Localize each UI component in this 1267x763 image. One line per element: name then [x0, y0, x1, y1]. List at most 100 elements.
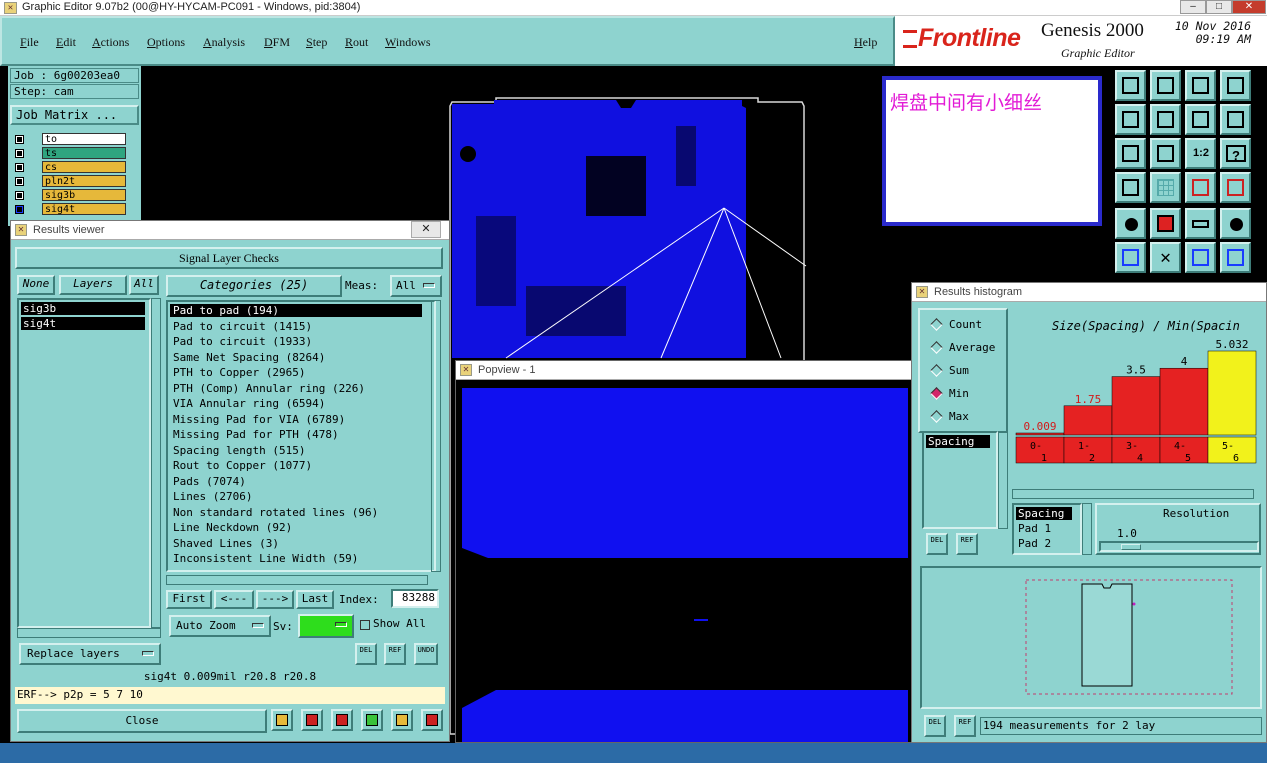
replace-layers-select[interactable]: Replace layers — [19, 643, 161, 665]
tool-icon[interactable] — [361, 709, 383, 731]
list-item[interactable]: Pad 1 — [1016, 522, 1051, 535]
category-item[interactable]: Same Net Spacing (8264) — [173, 351, 325, 364]
category-item[interactable]: Pad to circuit (1415) — [173, 320, 312, 333]
tool-icon[interactable] — [1115, 104, 1146, 135]
tool-icon[interactable] — [391, 709, 413, 731]
tool-icon[interactable] — [1115, 208, 1146, 239]
del-button[interactable]: DEL — [924, 715, 946, 737]
chart-hscrollbar[interactable] — [1012, 489, 1254, 499]
popview-canvas[interactable] — [456, 380, 912, 742]
tool-icon[interactable] — [1220, 242, 1251, 273]
tool-icon[interactable]: ✕ — [1150, 242, 1181, 273]
ref-button[interactable]: REF — [384, 643, 406, 665]
all-button[interactable]: All — [129, 275, 159, 295]
del-button[interactable]: DEL — [355, 643, 377, 665]
categories-button[interactable]: Categories (25) — [166, 275, 342, 297]
category-item[interactable]: VIA Annular ring (6594) — [173, 397, 325, 410]
undo-button[interactable]: UNDO — [414, 643, 438, 665]
category-item[interactable]: Non standard rotated lines (96) — [173, 506, 378, 519]
tool-icon[interactable] — [1185, 172, 1216, 203]
maximize-button[interactable]: □ — [1206, 0, 1232, 14]
category-item[interactable]: Rout to Copper (1077) — [173, 459, 312, 472]
close-window-button[interactable]: ✕ — [1232, 0, 1266, 14]
auto-zoom-select[interactable]: Auto Zoom — [169, 615, 271, 637]
category-item[interactable]: Inconsistent Line Width (59) — [173, 552, 358, 565]
menu-rout[interactable]: Rout — [345, 35, 368, 50]
layer-row[interactable]: pln2t — [12, 175, 126, 188]
resolution-slider[interactable] — [1099, 541, 1259, 552]
list-item[interactable]: Spacing — [1016, 507, 1072, 520]
tool-icon[interactable] — [1115, 70, 1146, 101]
first-button[interactable]: First — [166, 590, 212, 609]
category-item[interactable]: Line Neckdown (92) — [173, 521, 292, 534]
layer-row[interactable]: to — [12, 133, 126, 146]
category-item[interactable]: Pads (7074) — [173, 475, 246, 488]
list-item[interactable]: sig4t — [21, 317, 145, 330]
grid-icon[interactable] — [1150, 172, 1181, 203]
list-item[interactable]: Spacing — [926, 435, 990, 448]
layers-scrollbar[interactable] — [151, 298, 161, 628]
tool-icon[interactable] — [271, 709, 293, 731]
tool-icon[interactable] — [1150, 208, 1181, 239]
measure-scrollbar[interactable] — [998, 431, 1008, 529]
scale-icon[interactable]: 1:2 — [1185, 138, 1216, 169]
ruler-icon[interactable] — [1185, 208, 1216, 239]
category-item[interactable]: Pad to pad (194) — [170, 304, 422, 317]
tool-icon[interactable] — [1185, 70, 1216, 101]
category-item[interactable]: Missing Pad for PTH (478) — [173, 428, 339, 441]
categories-scrollbar[interactable] — [431, 300, 441, 572]
del-button[interactable]: DEL — [926, 533, 948, 555]
prev-button[interactable]: <--- — [214, 590, 254, 609]
layer-row[interactable]: ts — [12, 147, 126, 160]
chart-icon[interactable] — [421, 709, 443, 731]
job-matrix-button[interactable]: Job Matrix ... — [10, 105, 139, 125]
menu-file[interactable]: File — [20, 35, 39, 50]
close-button[interactable]: Close — [17, 709, 267, 733]
tool-icon[interactable] — [1115, 242, 1146, 273]
next-button[interactable]: ---> — [256, 590, 294, 609]
category-item[interactable]: Shaved Lines (3) — [173, 537, 279, 550]
category-item[interactable]: Missing Pad for VIA (6789) — [173, 413, 345, 426]
category-item[interactable]: PTH to Copper (2965) — [173, 366, 305, 379]
category-item[interactable]: Pad to circuit (1933) — [173, 335, 312, 348]
menu-options[interactable]: Options — [147, 35, 185, 50]
layer-row[interactable]: sig3b — [12, 189, 126, 202]
minimize-button[interactable]: – — [1180, 0, 1206, 14]
tool-icon[interactable] — [1220, 208, 1251, 239]
meas-select[interactable]: All — [390, 275, 442, 297]
tool-icon[interactable] — [1115, 138, 1146, 169]
tool-icon[interactable] — [1115, 172, 1146, 203]
ref-button[interactable]: REF — [956, 533, 978, 555]
tool-icon[interactable] — [1220, 70, 1251, 101]
help-icon[interactable]: ? — [1220, 138, 1251, 169]
tool-icon[interactable] — [1150, 138, 1181, 169]
categories-hscrollbar[interactable] — [166, 575, 428, 585]
show-all-checkbox[interactable] — [360, 620, 370, 630]
close-icon[interactable]: ✕ — [411, 221, 441, 238]
tool-icon[interactable] — [331, 709, 353, 731]
menu-analysis[interactable]: Analysis — [203, 35, 245, 50]
index-input[interactable]: 83288 — [391, 589, 439, 608]
category-item[interactable]: Spacing length (515) — [173, 444, 305, 457]
tool-icon[interactable] — [1185, 242, 1216, 273]
tool-icon[interactable] — [1220, 104, 1251, 135]
none-button[interactable]: None — [17, 275, 55, 295]
last-button[interactable]: Last — [296, 590, 334, 609]
menu-dfm[interactable]: DFM — [264, 35, 290, 50]
menu-step[interactable]: Step — [306, 35, 327, 50]
layer-row[interactable]: cs — [12, 161, 126, 174]
layers-button[interactable]: Layers — [59, 275, 127, 295]
layers-hscrollbar[interactable] — [17, 628, 161, 638]
tool-icon[interactable] — [1220, 172, 1251, 203]
menu-edit[interactable]: Edit — [56, 35, 76, 50]
ref-button[interactable]: REF — [954, 715, 976, 737]
tool-icon[interactable] — [1185, 104, 1216, 135]
list-item[interactable]: sig3b — [21, 302, 145, 315]
category-item[interactable]: Lines (2706) — [173, 490, 252, 503]
tool-icon[interactable] — [1150, 104, 1181, 135]
list-item[interactable]: Pad 2 — [1016, 537, 1051, 550]
layer-row[interactable]: sig4t — [12, 203, 126, 216]
tool-icon[interactable] — [301, 709, 323, 731]
severity-select[interactable] — [298, 614, 354, 638]
menu-actions[interactable]: Actions — [92, 35, 129, 50]
